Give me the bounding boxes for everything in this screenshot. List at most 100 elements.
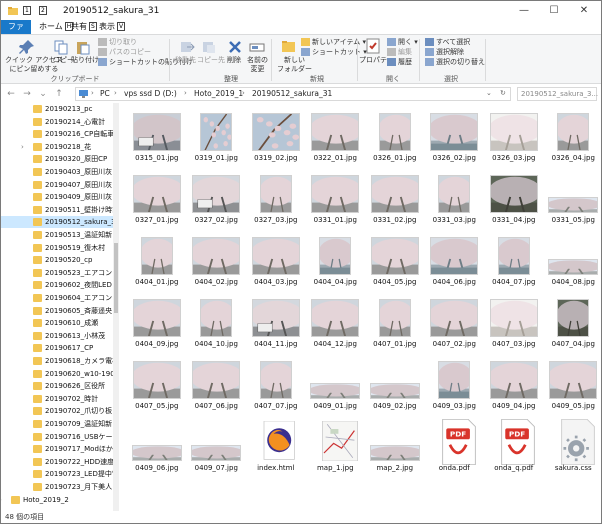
delete-button[interactable]: 削除 [227, 56, 241, 65]
history-button[interactable]: 履歴 [387, 58, 412, 67]
sidebar-item[interactable]: 20190716_USBケーブル [1, 431, 119, 443]
file-tile[interactable]: map_2.jpg [365, 417, 425, 479]
open-button[interactable]: 開く ▾ [387, 38, 418, 47]
file-tile[interactable]: 0326_02.jpg [425, 107, 485, 169]
address-dropdown-icon[interactable]: ⌄ [486, 89, 492, 97]
file-tile[interactable]: 0409_05.jpg [544, 355, 602, 417]
copy-path-button[interactable]: パスのコピー [98, 48, 151, 57]
file-tile[interactable]: index.html [246, 417, 306, 479]
history-chevron-icon[interactable]: ⌄ [37, 88, 49, 100]
sidebar-item[interactable]: 20190702_爪切り板４ [1, 405, 119, 417]
file-tile[interactable]: 0409_06.jpg [127, 417, 187, 479]
file-tile[interactable]: 0331_05.jpg [544, 169, 602, 231]
breadcrumb-pc[interactable]: PC [100, 89, 110, 98]
file-tile[interactable]: sakura.css [544, 417, 602, 479]
move-to-button[interactable]: 移動先 [175, 56, 196, 65]
file-tile[interactable]: 0326_03.jpg [484, 107, 544, 169]
file-tile[interactable]: 0327_01.jpg [127, 169, 187, 231]
close-button[interactable]: ✕ [569, 1, 599, 21]
sidebar-item[interactable]: 20190409_原田川灰 [1, 191, 113, 203]
breadcrumb-current[interactable]: 20190512_sakura_31 [252, 89, 332, 98]
sidebar-item[interactable]: 20190214_心電計 [1, 116, 113, 128]
sidebar-item[interactable]: 20190511_壁掛け時計 [1, 204, 119, 216]
file-tile[interactable]: 0326_01.jpg [365, 107, 425, 169]
file-tile[interactable]: 0331_03.jpg [425, 169, 485, 231]
file-tile[interactable]: 0409_02.jpg [365, 355, 425, 417]
file-tile[interactable]: 0407_07.jpg [246, 355, 306, 417]
sidebar-item[interactable]: 20190213_pc [1, 103, 113, 115]
tab-view[interactable]: 表示 V [95, 20, 129, 34]
file-tile[interactable]: 0409_04.jpg [484, 355, 544, 417]
file-tile[interactable]: 0319_02.jpg [246, 107, 306, 169]
tab-file[interactable]: ファイルF [1, 20, 31, 59]
sidebar-item[interactable]: 20190702_時計 [1, 393, 113, 405]
file-tile[interactable]: 0326_04.jpg [544, 107, 602, 169]
path-box[interactable]: › PC › vps ssd D (D:) › Hoto_2019_1 › 20… [75, 87, 511, 101]
file-tile[interactable]: 0407_02.jpg [425, 293, 485, 355]
sidebar-item[interactable]: 20190723_月下美人 [1, 481, 113, 493]
up-arrow-icon[interactable]: ↑ [53, 88, 65, 100]
file-tile[interactable]: 0407_03.jpg [484, 293, 544, 355]
file-tile[interactable]: 0404_03.jpg [246, 231, 306, 293]
scrollbar-thumb[interactable] [114, 243, 118, 313]
invert-selection-button[interactable]: 選択の切り替え [425, 58, 485, 67]
file-tile[interactable]: 0322_01.jpg [306, 107, 366, 169]
file-tile[interactable]: 0404_05.jpg [365, 231, 425, 293]
file-tile[interactable]: 0407_05.jpg [127, 355, 187, 417]
file-tile[interactable]: 0404_10.jpg [187, 293, 247, 355]
sidebar-item[interactable]: 20190513_温証知新 [1, 229, 113, 241]
sidebar-item[interactable]: 20190523_エアコン [1, 267, 113, 279]
sidebar-item[interactable]: 20190216_CP自転車 [1, 128, 114, 140]
file-tile[interactable]: 0315_01.jpg [127, 107, 187, 169]
file-tile[interactable]: 0404_07.jpg [484, 231, 544, 293]
breadcrumb-drive[interactable]: vps ssd D (D:) [124, 89, 177, 98]
sidebar-item[interactable]: 20190709_温証知新 [1, 418, 113, 430]
refresh-icon[interactable]: ↻ [500, 89, 506, 97]
sidebar-item[interactable]: 20190613_小林茂 [1, 330, 113, 342]
file-tile[interactable]: 0404_08.jpg [544, 231, 602, 293]
forward-arrow-icon[interactable]: → [21, 88, 33, 100]
sidebar-item[interactable]: 20190620_w10-1903 [1, 368, 119, 380]
file-tile[interactable]: PDF onda.pdf [425, 417, 485, 479]
file-tile[interactable]: 0404_06.jpg [425, 231, 485, 293]
sidebar-item[interactable]: 20190520_cp [1, 254, 113, 266]
file-tile[interactable]: 0327_03.jpg [246, 169, 306, 231]
file-tile[interactable]: 0327_02.jpg [187, 169, 247, 231]
sidebar-item[interactable]: 20190403_原田川灰 [1, 166, 113, 178]
navigation-scrollbar[interactable] [113, 103, 119, 511]
cut-button[interactable]: 切り取り [98, 38, 137, 47]
file-tile[interactable]: 0404_04.jpg [306, 231, 366, 293]
sidebar-item[interactable]: 20190519_復木村 [1, 242, 113, 254]
file-tile[interactable]: 0407_04.jpg [544, 293, 602, 355]
sidebar-item[interactable]: 20190512_sakura_31 [1, 216, 119, 229]
file-tile[interactable]: map_1.jpg [306, 417, 366, 479]
sidebar-item[interactable]: › 20190218_花 [1, 141, 113, 153]
sidebar-item[interactable]: 20190617_CP [1, 342, 113, 354]
file-tile[interactable]: 0331_02.jpg [365, 169, 425, 231]
file-tile[interactable]: 0404_01.jpg [127, 231, 187, 293]
minimize-button[interactable]: — [509, 1, 539, 21]
expand-chevron-icon[interactable]: › [21, 141, 24, 153]
sidebar-item[interactable]: › Hoto_2019_2 [1, 494, 113, 506]
back-arrow-icon[interactable]: ← [5, 88, 17, 100]
sidebar-item[interactable]: 20190723_LED提中電灯 [1, 468, 119, 480]
paste-button[interactable]: 貼り付け [71, 56, 99, 65]
file-tile[interactable]: PDF onda_q.pdf [484, 417, 544, 479]
file-tile[interactable]: 0409_01.jpg [306, 355, 366, 417]
file-tile[interactable]: 0331_04.jpg [484, 169, 544, 231]
file-tile[interactable]: 0319_01.jpg [187, 107, 247, 169]
sidebar-item[interactable]: 20190605_斉藤遥央 [1, 305, 113, 317]
sidebar-item[interactable]: 20190602_夜間LED [1, 279, 113, 291]
edit-button[interactable]: 編集 [387, 48, 412, 57]
file-tile[interactable]: 0407_01.jpg [365, 293, 425, 355]
copy-to-button[interactable]: コピー先 [197, 56, 225, 65]
expand-chevron-icon[interactable]: › [1, 494, 2, 506]
file-tile[interactable]: 0404_12.jpg [306, 293, 366, 355]
sidebar-item[interactable]: 20190610_成瀬 [1, 317, 113, 329]
new-folder-button[interactable]: 新しい フォルダー [277, 56, 312, 74]
sidebar-item[interactable]: 20190717_Modほか [1, 443, 113, 455]
breadcrumb-hoto[interactable]: Hoto_2019_1 [194, 89, 243, 98]
sidebar-item[interactable]: 20190626_区役所 [1, 380, 113, 392]
maximize-button[interactable]: ☐ [539, 1, 569, 21]
search-input[interactable]: 20190512_sakura_3... [517, 87, 598, 101]
